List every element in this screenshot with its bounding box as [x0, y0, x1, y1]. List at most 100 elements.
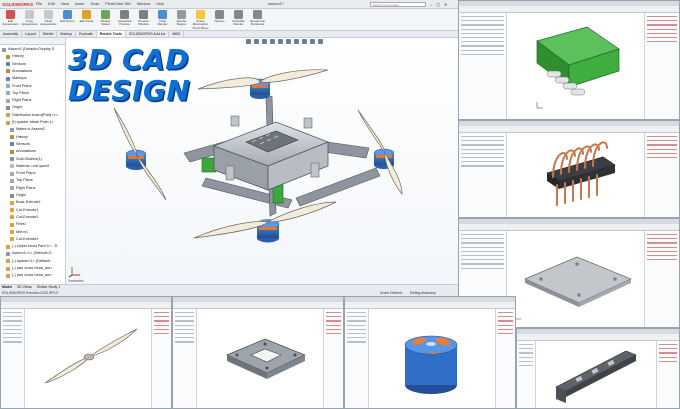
tree-item[interactable]: Fillet1	[0, 221, 26, 228]
solidworks-logo: SOLIDWORKS	[2, 2, 33, 7]
tab-assembly[interactable]: Assembly	[0, 31, 23, 37]
tree-item[interactable]: Origin	[0, 192, 26, 199]
window-tree	[459, 133, 508, 217]
tree-item[interactable]: Right Plane	[0, 185, 36, 192]
tree-item[interactable]: Origin	[0, 104, 22, 111]
tree-node-icon	[6, 98, 10, 103]
tab-solidworks-add-ins[interactable]: SOLIDWORKS Add-Ins	[126, 31, 170, 37]
tree-item[interactable]: (-) pan cross head_am<	[0, 272, 52, 279]
close-icon[interactable]: ✕	[444, 0, 447, 9]
search-input[interactable]: Search Commands	[370, 2, 426, 7]
window-viewport	[507, 231, 643, 327]
tree-item[interactable]: Solid Bodies(1)	[0, 156, 42, 163]
tree-item[interactable]: Right Plane	[0, 97, 32, 104]
coordinate-triad: *Isometric	[68, 266, 84, 283]
edit-scene-button[interactable]: Edit Scene	[59, 10, 76, 30]
paste-appearance-button[interactable]: Paste Appearance	[40, 10, 57, 30]
tree-item[interactable]: Mates in Assem2	[0, 126, 45, 133]
tab-sketch[interactable]: Sketch	[40, 31, 58, 37]
tree-item[interactable]: Markups	[0, 75, 27, 82]
window-propeller[interactable]	[0, 296, 172, 409]
bottom-tab-model[interactable]: Model	[2, 285, 12, 290]
tree-item[interactable]: Front Plane	[0, 170, 36, 177]
menu-item-edit[interactable]: Edit	[48, 0, 55, 9]
ribbon-button-label: Recall Last Rendered	[250, 19, 265, 27]
copy-appearance-button[interactable]: Copy Appearance	[21, 10, 38, 30]
final-render-button[interactable]: Final Render	[154, 10, 171, 30]
tab-evaluate[interactable]: Evaluate	[76, 31, 97, 37]
tree-item[interactable]: (f) quarter blade Part<1>	[0, 119, 54, 126]
scene-illumination-proof-sheet-button[interactable]: Scene Illumination Proof Sheet	[192, 10, 209, 30]
tree-item[interactable]: Sensors	[0, 141, 30, 148]
menu-item-help[interactable]: Help	[156, 0, 164, 9]
tree-node-icon	[6, 105, 10, 110]
tree-item[interactable]: Cut-Extrude4	[0, 236, 38, 243]
tree-item[interactable]: Cut-Extrude1	[0, 207, 38, 214]
recall-last-rendered-button[interactable]: Recall Last Rendered	[249, 10, 266, 30]
triad-icon	[68, 267, 80, 278]
options-button[interactable]: Options	[211, 10, 228, 30]
schedule-render-button[interactable]: Schedule Render	[230, 10, 247, 30]
ribbon-button-label: Edit Scene	[60, 19, 75, 23]
tree-item[interactable]: Mirror1	[0, 229, 28, 236]
tree-node-icon	[10, 164, 14, 169]
menu-item-insert[interactable]: Insert	[75, 0, 85, 9]
menu-item-file[interactable]: File	[36, 0, 42, 9]
tree-item[interactable]: Front Plane	[0, 83, 32, 90]
tree-item[interactable]: Assem1<1> (Default<D	[0, 250, 52, 257]
integrated-preview-button[interactable]: Integrated Preview	[116, 10, 133, 30]
display-states-icon	[101, 10, 110, 19]
quadcopter-model[interactable]	[66, 38, 458, 284]
tree-item[interactable]: Boss-Extrude1	[0, 199, 41, 206]
minimize-icon[interactable]: –	[430, 0, 432, 9]
command-manager-tabs: Assembly Layout Sketch Markup Evaluate Render…	[0, 31, 458, 38]
window-ribbon	[1, 302, 171, 309]
preview-window-button[interactable]: Preview Window	[135, 10, 152, 30]
tree-item[interactable]: History	[0, 134, 28, 141]
tab-render-tools[interactable]: Render Tools	[96, 31, 126, 37]
tree-item[interactable]: (-) pan cross head_am<	[0, 265, 52, 272]
tree-node-icon	[10, 171, 14, 176]
tree-item-label: Right Plane	[16, 185, 36, 190]
render-region-button[interactable]: Render Region	[173, 10, 190, 30]
document-title: Assem2 *	[268, 2, 285, 6]
tree-item[interactable]: Distribution board(Part)<1>	[0, 112, 58, 119]
display-states-button[interactable]: Display States	[97, 10, 114, 30]
tree-item[interactable]: Top Plane	[0, 177, 33, 184]
tab-markup[interactable]: Markup	[57, 31, 77, 37]
menu-item-tools[interactable]: Tools	[90, 0, 99, 9]
tree-item[interactable]: Assem2 (Default<Display S	[0, 46, 54, 53]
bottom-tab-motion-study-1[interactable]: Motion Study 1	[37, 285, 60, 290]
menu-item-view[interactable]: View	[61, 0, 69, 9]
tree-item[interactable]: History	[0, 53, 24, 60]
window-connector-green[interactable]	[458, 0, 680, 120]
graphics-viewport[interactable]: 3D CAD DESIGN *Isometric	[66, 38, 458, 284]
maximize-icon[interactable]: ▢	[436, 0, 440, 9]
tab-mbd[interactable]: MBD	[169, 31, 185, 37]
bottom-tab-3d-views[interactable]: 3D Views	[17, 285, 32, 290]
ribbon-button-label: Paste Appearance	[40, 19, 57, 27]
window-bracket[interactable]	[516, 328, 680, 409]
menu-item-window[interactable]: Window	[137, 0, 151, 9]
edit-decal-button[interactable]: Edit Decal	[78, 10, 95, 30]
tree-item[interactable]: Cut-Extrude2	[0, 214, 38, 221]
tree-node-icon	[10, 142, 14, 147]
window-pin-header[interactable]	[458, 120, 680, 218]
final-render-icon	[158, 10, 167, 19]
tree-item[interactable]: Material <not specif	[0, 163, 49, 170]
tree-item-label: Front Plane	[12, 83, 32, 88]
window-motor[interactable]	[344, 296, 516, 409]
tree-item[interactable]: Top Plane	[0, 90, 29, 97]
tree-item[interactable]: Sensors	[0, 61, 26, 68]
window-frame-plate[interactable]	[172, 296, 344, 409]
tree-item[interactable]: Annotations	[0, 148, 36, 155]
tree-item[interactable]: (-) spacer<1> (Default<	[0, 258, 51, 265]
tree-item-label: Origin	[12, 105, 23, 110]
tree-item[interactable]: Annotations	[0, 68, 32, 75]
menu-item-photoview-360[interactable]: PhotoView 360	[105, 0, 130, 9]
menu-bar: File Edit View Insert Tools PhotoView 360 Wind…	[36, 0, 164, 9]
ribbon-button-label: Integrated Preview	[117, 19, 132, 27]
tree-item[interactable]: (-) Upper bead Part<1> - D	[0, 243, 57, 250]
tab-layout[interactable]: Layout	[22, 31, 40, 37]
edit-appearance-button[interactable]: Edit Appearance	[2, 10, 19, 30]
